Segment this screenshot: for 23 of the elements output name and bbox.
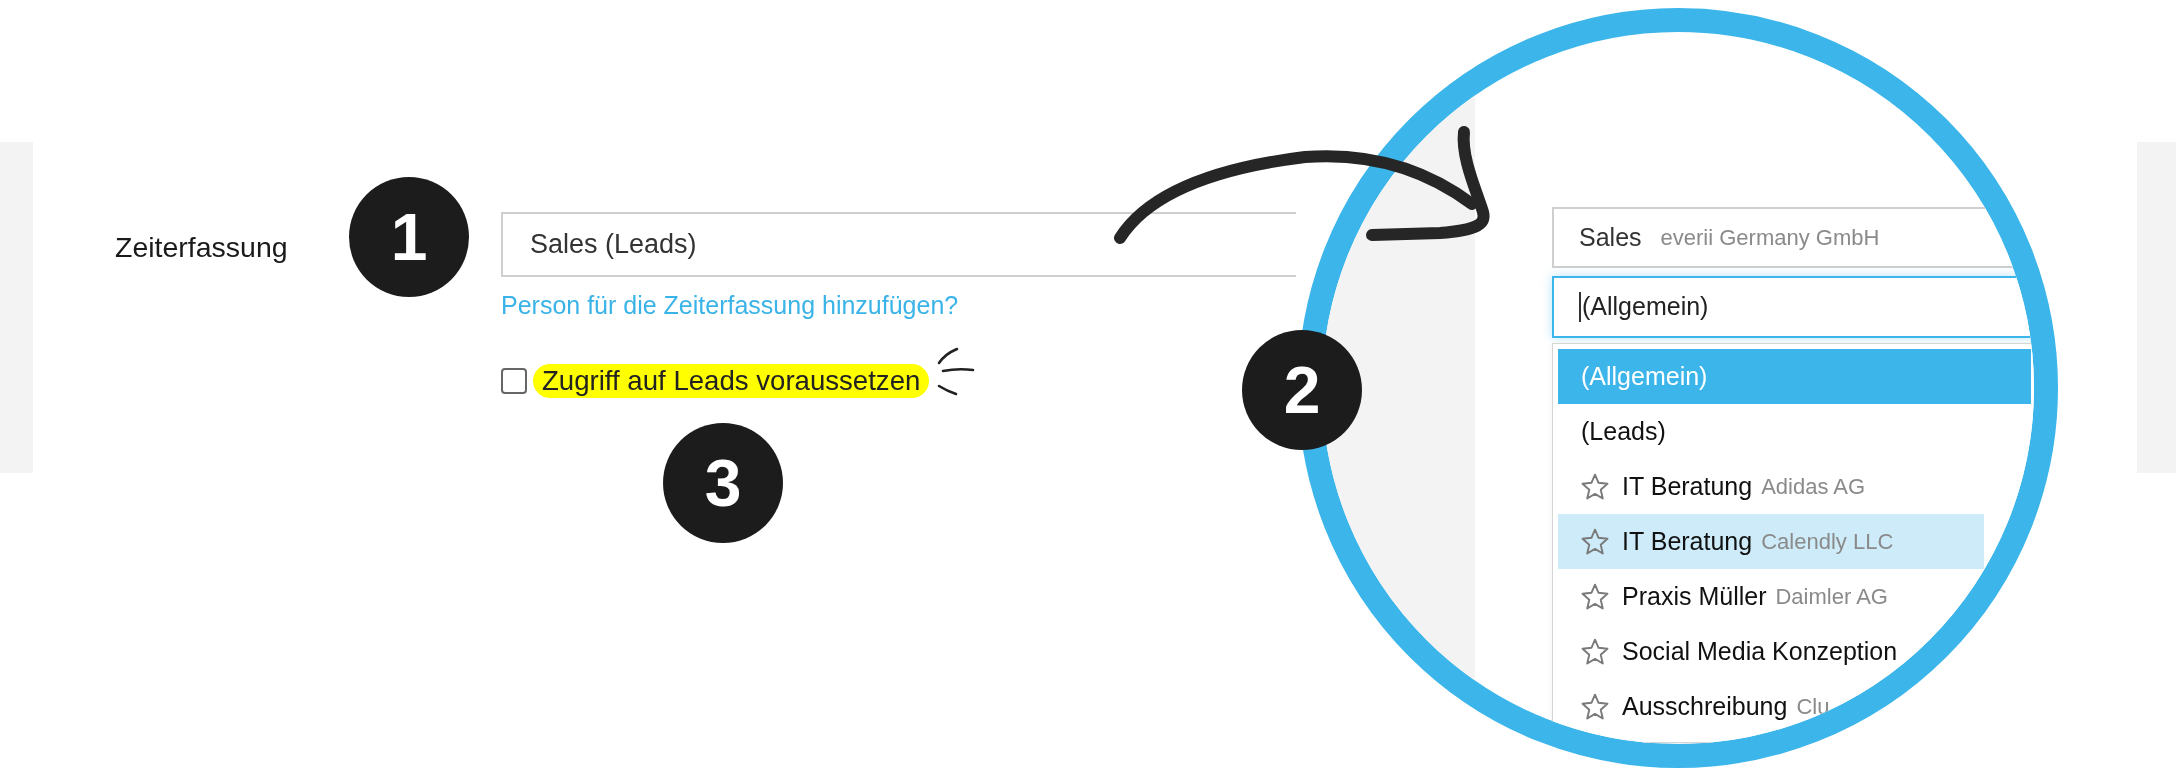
step-badge: 3 [663, 423, 783, 543]
dropdown-option[interactable]: (Leads) [1558, 404, 2026, 459]
dropdown-option[interactable]: Social Media Konzeption [1558, 624, 1903, 679]
field-label: Zeiterfassung [115, 230, 289, 264]
dropdown-option[interactable]: IT Beratung Calendly LLC [1558, 514, 1984, 569]
star-icon[interactable] [1581, 473, 1609, 500]
text-cursor-icon [1579, 292, 1581, 322]
company-name: Daimler AG [1775, 583, 1888, 611]
company-name: Adidas AG [1761, 473, 1866, 501]
dropdown-option[interactable]: Praxis Müller Daimler AG [1558, 569, 1944, 624]
star-icon[interactable] [1581, 693, 1609, 720]
dropdown-option[interactable]: Ausschreibung Clu [1558, 679, 1848, 734]
select-field[interactable]: Sales (Leads) [501, 212, 1296, 277]
star-icon[interactable] [1581, 528, 1609, 555]
star-icon[interactable] [1581, 638, 1609, 665]
company-name: Calendly LLC [1761, 528, 1894, 556]
checkbox-label[interactable]: Zugriff auf Leads voraussetzen [533, 364, 930, 398]
star-icon[interactable] [1581, 583, 1609, 610]
company-name: everii Germany GmbH [1660, 224, 1880, 252]
company-name: Clu [1796, 693, 1830, 721]
checkbox[interactable] [501, 368, 527, 394]
step-badge: 1 [349, 177, 469, 297]
dropdown-option[interactable]: IT Beratung Adidas AG [1558, 459, 2011, 514]
